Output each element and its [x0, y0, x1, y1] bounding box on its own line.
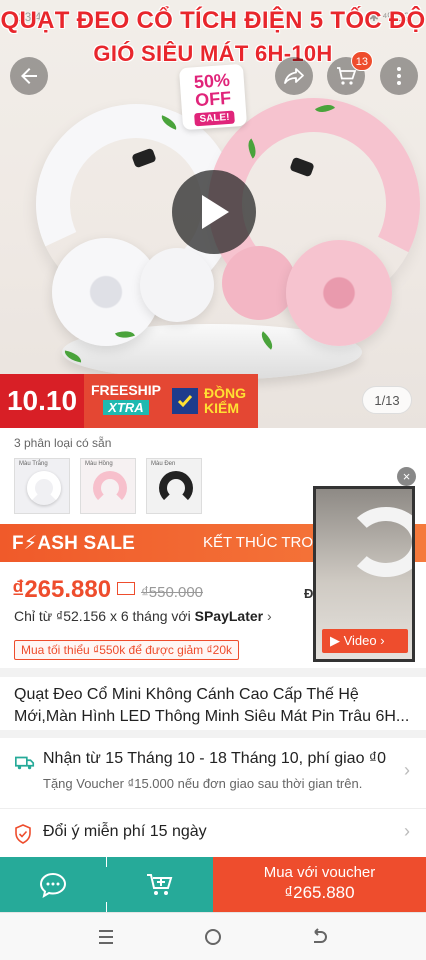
system-navigation-bar	[0, 912, 426, 960]
fan-thumbnail	[93, 471, 127, 505]
close-video-button[interactable]: ×	[397, 467, 416, 486]
share-icon	[284, 68, 304, 84]
close-icon: ×	[402, 469, 411, 484]
truck-icon	[15, 756, 35, 770]
dongkiem-text: ĐỒNG KIỂM	[204, 386, 246, 416]
white-fan-right-head	[140, 248, 214, 322]
add-to-cart-button[interactable]	[107, 857, 213, 912]
variant-thumb-black[interactable]: Màu Đen	[146, 458, 202, 514]
variant-thumb-pink[interactable]: Màu Hồng	[80, 458, 136, 514]
home-icon[interactable]	[203, 927, 223, 947]
chat-icon	[39, 872, 67, 898]
promo-strip: 10.10 FREESHIP XTRA ĐỒNG KIỂM	[0, 374, 258, 428]
arrow-left-icon	[21, 68, 37, 84]
promo-freeship-badge: FREESHIP XTRA	[84, 374, 168, 428]
dongkiem-line1: ĐỒNG	[204, 385, 246, 401]
section-divider	[0, 668, 426, 677]
promo-dongkiem-badge: ĐỒNG KIỂM	[168, 374, 258, 428]
video-label: Video	[343, 633, 377, 648]
flash-sale-title: F⚡ASH SALE	[12, 533, 136, 554]
variants-label: 3 phân loại có sẵn	[14, 436, 112, 450]
shipping-main-text: Nhận từ 15 Tháng 10 - 18 Tháng 10, phí g…	[43, 750, 387, 767]
back-button[interactable]	[10, 57, 48, 95]
product-image-gallery[interactable]: 13:48 ✱ ⁴ᴳ 39 QUẠT ĐEO CỔ TÍCH ĐIỆN 5 TỐ…	[0, 0, 426, 428]
sale-tag: 50% OFF SALE!	[178, 63, 248, 131]
share-button[interactable]	[275, 57, 313, 95]
variant-thumb-white[interactable]: Màu Trắng	[14, 458, 70, 514]
chevron-right-icon: ›	[376, 633, 385, 648]
back-nav-icon[interactable]	[309, 927, 329, 947]
price-side-text: Đ	[304, 586, 314, 601]
pink-fan-right-head	[286, 240, 392, 346]
buy-price: ₫265.880	[284, 883, 355, 902]
add-cart-icon	[147, 873, 173, 895]
floating-video-player[interactable]: ▶ Video ›	[313, 486, 415, 662]
current-price: ₫265.880	[12, 576, 112, 603]
image-counter: 1/13	[362, 386, 412, 414]
shipping-row[interactable]: Nhận từ 15 Tháng 10 - 18 Tháng 10, phí g…	[0, 740, 426, 804]
recent-apps-icon[interactable]	[96, 927, 116, 947]
fan-thumbnail	[27, 471, 61, 505]
min-order-voucher-chip[interactable]: Mua tối thiểu ₫550k để được giảm ₫20k	[14, 640, 239, 660]
section-divider	[0, 730, 426, 738]
sale-off: OFF	[194, 87, 232, 111]
original-price: ₫550.000	[141, 584, 203, 601]
more-vertical-icon	[397, 67, 401, 85]
fan-thumbnail	[159, 471, 193, 505]
return-policy-text: Đổi ý miễn phí 15 ngày	[43, 823, 207, 840]
freeship-text: FREESHIP	[90, 382, 161, 398]
banner-title-line1: QUẠT ĐEO CỔ TÍCH ĐIỆN 5 TỐC ĐỘ	[0, 7, 426, 34]
play-icon	[202, 195, 229, 229]
variant-name: Màu Đen	[151, 461, 176, 467]
shield-icon	[15, 824, 31, 844]
spaylater-brand: SPayLater	[194, 608, 264, 624]
variant-name: Màu Trắng	[19, 461, 48, 467]
cart-count-badge: 13	[350, 51, 373, 71]
discount-tag-icon	[117, 582, 136, 595]
return-policy-row[interactable]: Đổi ý miễn phí 15 ngày ›	[0, 808, 426, 856]
bottom-action-bar: Mua với voucher ₫265.880	[0, 857, 426, 912]
chevron-right-icon: ›	[404, 760, 410, 780]
sale-word: SALE!	[194, 110, 235, 127]
pink-fan-left-head	[222, 246, 296, 320]
spaylater-row[interactable]: Chỉ từ ₫52.156 x 6 tháng với SPayLater ›	[14, 608, 272, 624]
cart-button[interactable]: 13	[327, 51, 373, 95]
more-options-button[interactable]	[380, 57, 418, 95]
buy-with-voucher-button[interactable]: Mua với voucher ₫265.880	[213, 857, 426, 912]
price-row: ₫265.880 ₫550.000	[12, 576, 203, 604]
promo-1010-badge: 10.10	[0, 374, 84, 428]
chevron-right-icon: ›	[404, 821, 410, 841]
play-video-button[interactable]	[172, 170, 256, 254]
product-title: Quạt Đeo Cổ Mini Không Cánh Cao Cấp Thế …	[14, 686, 410, 725]
buy-label: Mua với voucher	[263, 864, 376, 881]
variant-name: Màu Hồng	[85, 461, 113, 467]
dongkiem-line2: KIỂM	[204, 400, 239, 416]
play-small-icon: ▶	[330, 633, 344, 648]
chevron-right-icon: ›	[267, 608, 272, 624]
shipping-sub-text: Tặng Voucher ₫15.000 nếu đơn giao sau th…	[43, 776, 363, 791]
xtra-text: XTRA	[103, 400, 149, 415]
chat-button[interactable]	[0, 857, 106, 912]
check-icon	[172, 388, 198, 414]
video-button[interactable]: ▶ Video ›	[322, 629, 408, 653]
installment-text: Chỉ từ ₫52.156 x 6 tháng với	[14, 608, 195, 624]
